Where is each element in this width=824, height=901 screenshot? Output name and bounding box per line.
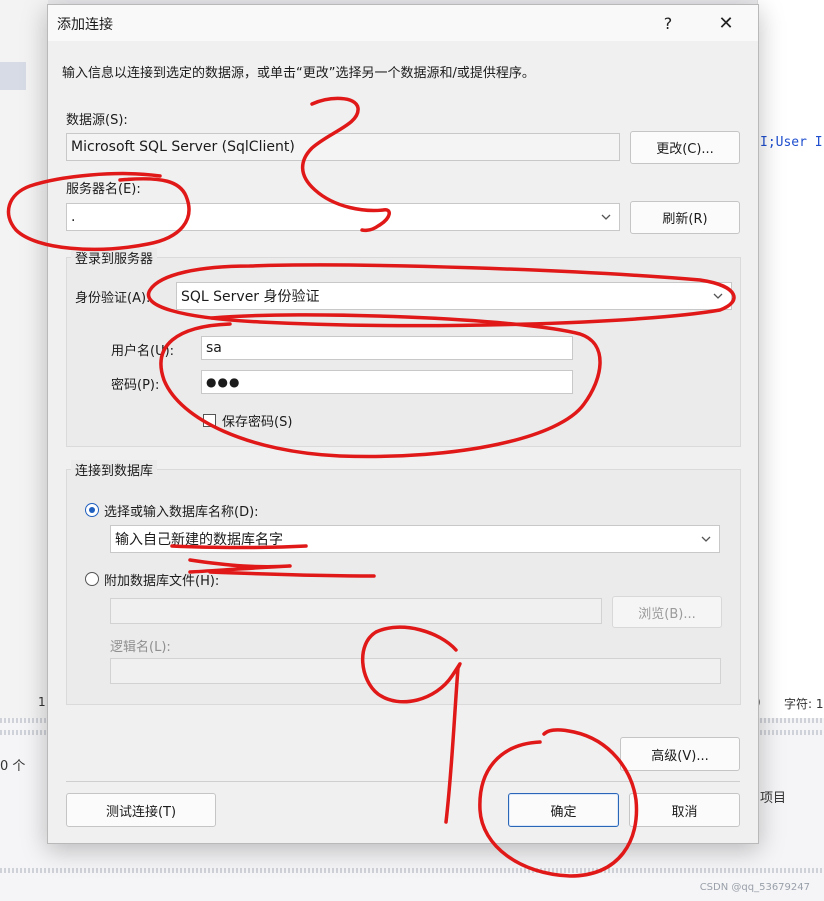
attach-db-input[interactable] — [110, 598, 602, 624]
help-button[interactable]: ? — [646, 8, 690, 38]
test-connection-button[interactable]: 测试连接(T) — [66, 793, 216, 827]
username-input[interactable]: sa — [201, 336, 573, 360]
instruction-text: 输入信息以连接到选定的数据源，或单击“更改”选择另一个数据源和/或提供程序。 — [62, 66, 535, 81]
footer-separator — [66, 781, 740, 782]
save-password-checkbox[interactable] — [203, 414, 216, 427]
auth-value: SQL Server 身份验证 — [181, 289, 320, 305]
dialog-title: 添加连接 — [57, 17, 113, 33]
save-password-label[interactable]: 保存密码(S) — [222, 411, 292, 430]
watermark: CSDN @qq_53679247 — [699, 882, 810, 893]
cancel-button[interactable]: 取消 — [629, 793, 740, 827]
background-left-selection — [0, 62, 26, 90]
database-group-title: 连接到数据库 — [71, 460, 158, 479]
login-group-title: 登录到服务器 — [71, 248, 158, 267]
attach-db-radio[interactable] — [85, 572, 99, 586]
database-name-combo[interactable]: 输入自己新建的数据库名字 — [110, 525, 720, 553]
server-name-label: 服务器名(E): — [66, 182, 141, 197]
chevron-down-icon — [701, 536, 711, 542]
browse-button[interactable]: 浏览(B)... — [612, 596, 722, 628]
refresh-button[interactable]: 刷新(R) — [630, 201, 740, 234]
server-name-combo[interactable]: . — [66, 203, 620, 231]
auth-combo[interactable]: SQL Server 身份验证 — [176, 282, 732, 310]
chevron-down-icon — [601, 214, 611, 220]
close-button[interactable]: ✕ — [704, 8, 748, 38]
add-connection-dialog: 添加连接 ? ✕ 输入信息以连接到选定的数据源，或单击“更改”选择另一个数据源和… — [47, 4, 759, 844]
datasource-field: Microsoft SQL Server (SqlClient) — [66, 133, 620, 161]
background-char-count: 字符: 1 — [784, 697, 824, 711]
background-code-text: I;User I — [760, 135, 823, 150]
password-mask: ●●● — [206, 375, 241, 389]
ok-button[interactable]: 确定 — [508, 793, 619, 827]
advanced-button[interactable]: 高级(V)... — [620, 737, 740, 771]
password-input[interactable]: ●●● — [201, 370, 573, 394]
database-name-value: 输入自己新建的数据库名字 — [115, 532, 283, 548]
server-name-value: . — [71, 209, 76, 225]
background-item-count: 0 个 — [0, 759, 26, 774]
logical-name-label: 逻辑名(L): — [110, 640, 171, 655]
username-label: 用户名(U): — [111, 344, 175, 359]
background-editor-panel — [757, 0, 824, 720]
auth-label: 身份验证(A): — [75, 291, 151, 306]
logical-name-input[interactable] — [110, 658, 721, 684]
select-db-radio[interactable] — [85, 503, 99, 517]
background-left-panel — [0, 0, 48, 720]
username-value: sa — [206, 340, 222, 356]
background-status-number: 1 — [38, 695, 46, 709]
dialog-titlebar[interactable]: 添加连接 ? ✕ — [48, 5, 758, 41]
select-db-label[interactable]: 选择或输入数据库名称(D): — [104, 501, 259, 520]
background-divider — [0, 868, 824, 873]
datasource-label: 数据源(S): — [66, 113, 128, 128]
chevron-down-icon — [713, 293, 723, 299]
datasource-value: Microsoft SQL Server (SqlClient) — [71, 139, 295, 155]
change-datasource-button[interactable]: 更改(C)... — [630, 131, 740, 164]
password-label: 密码(P): — [111, 378, 160, 393]
background-items-label: 项目 — [760, 791, 787, 806]
attach-db-label[interactable]: 附加数据库文件(H): — [104, 570, 219, 589]
